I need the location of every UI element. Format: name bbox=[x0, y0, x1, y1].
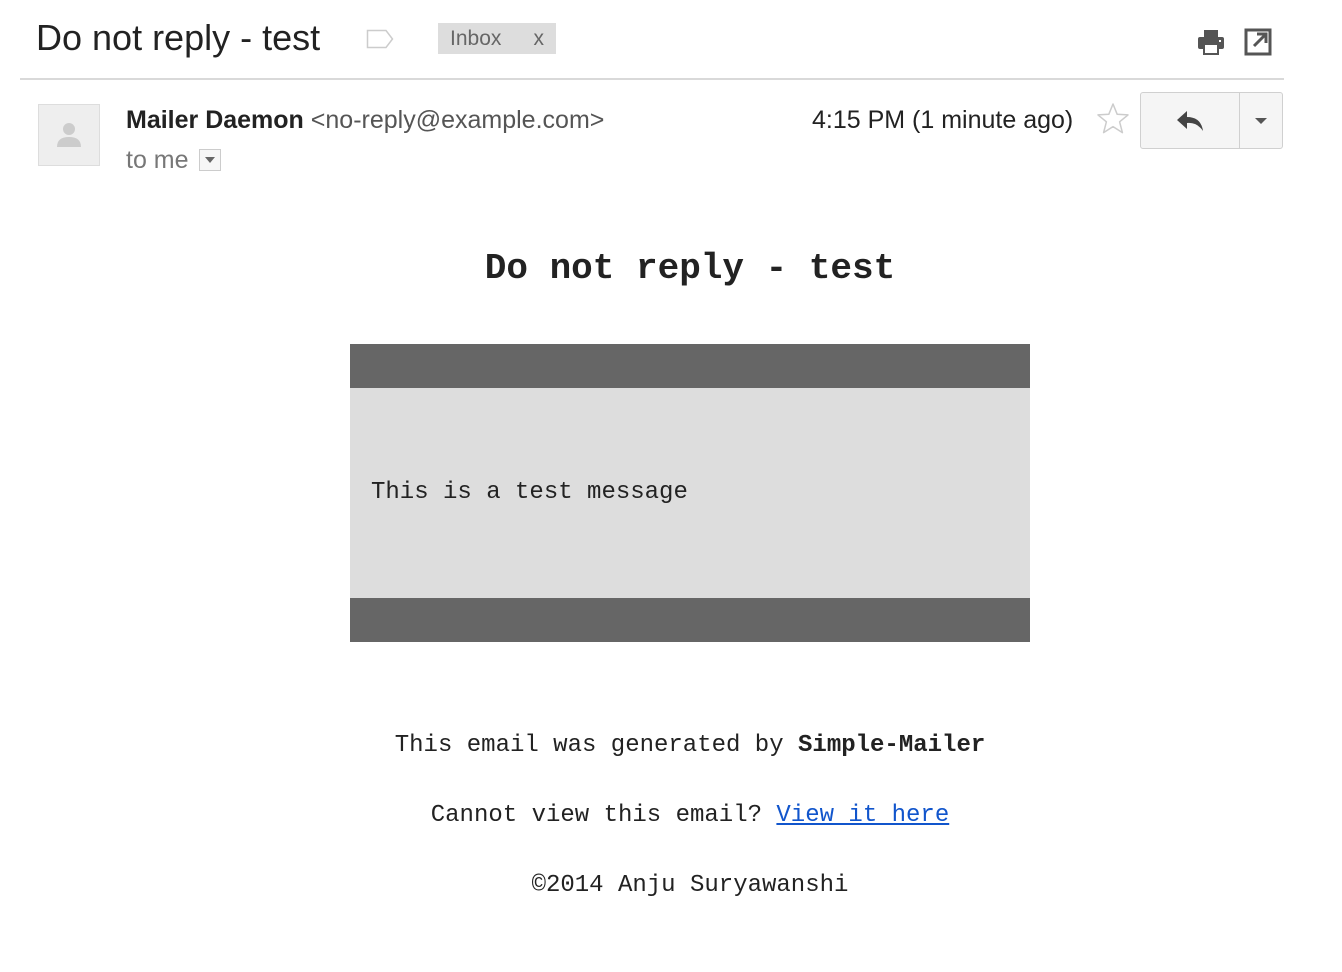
message-card: This is a test message bbox=[350, 344, 1030, 642]
subject-header: Do not reply - test Inbox x bbox=[0, 0, 1342, 80]
view-online-link[interactable]: View it here bbox=[776, 802, 949, 829]
sender-name[interactable]: Mailer Daemon bbox=[126, 106, 304, 134]
sender-email: <no-reply@example.com> bbox=[310, 106, 605, 134]
footer-copyright: ©2014 Anju Suryawanshi bbox=[531, 872, 849, 899]
footer-generated-line: This email was generated by Simple-Maile… bbox=[0, 730, 1342, 762]
inbox-label-text: Inbox bbox=[450, 26, 502, 50]
header-divider bbox=[20, 78, 1284, 80]
show-details-button[interactable] bbox=[198, 149, 221, 171]
inbox-label-chip[interactable]: Inbox x bbox=[438, 23, 556, 54]
remove-label-button[interactable]: x bbox=[534, 27, 545, 51]
reply-button-group bbox=[1140, 92, 1283, 149]
printer-icon[interactable] bbox=[1196, 28, 1226, 56]
sender-line: Mailer Daemon <no-reply@example.com> bbox=[126, 104, 604, 136]
message-timestamp: 4:15 PM (1 minute ago) bbox=[812, 106, 1074, 134]
open-in-new-window-icon[interactable] bbox=[1244, 28, 1272, 56]
caret-down-icon bbox=[1255, 117, 1267, 124]
card-bottom-bar bbox=[350, 598, 1030, 642]
recipient-text: to me bbox=[126, 146, 189, 174]
card-message-text: This is a test message bbox=[371, 479, 688, 506]
star-outline-icon[interactable] bbox=[1096, 102, 1130, 136]
footer-view-prefix: Cannot view this email? bbox=[430, 802, 777, 829]
reply-button[interactable] bbox=[1141, 93, 1239, 148]
subject-title: Do not reply - test bbox=[36, 17, 321, 58]
footer-generated-prefix: This email was generated by bbox=[394, 732, 799, 759]
card-top-bar bbox=[350, 344, 1030, 388]
recipient-line: to me bbox=[126, 145, 221, 175]
email-body-title: Do not reply - test bbox=[484, 248, 896, 289]
footer-view-line: Cannot view this email? View it here bbox=[0, 800, 1342, 832]
person-icon bbox=[57, 123, 81, 147]
caret-down-icon bbox=[204, 157, 215, 163]
more-actions-button[interactable] bbox=[1239, 93, 1282, 148]
reply-arrow-icon bbox=[1177, 110, 1203, 131]
avatar bbox=[38, 104, 100, 166]
footer-brand-name: Simple-Mailer bbox=[798, 732, 986, 759]
label-tag-icon[interactable] bbox=[366, 29, 394, 49]
